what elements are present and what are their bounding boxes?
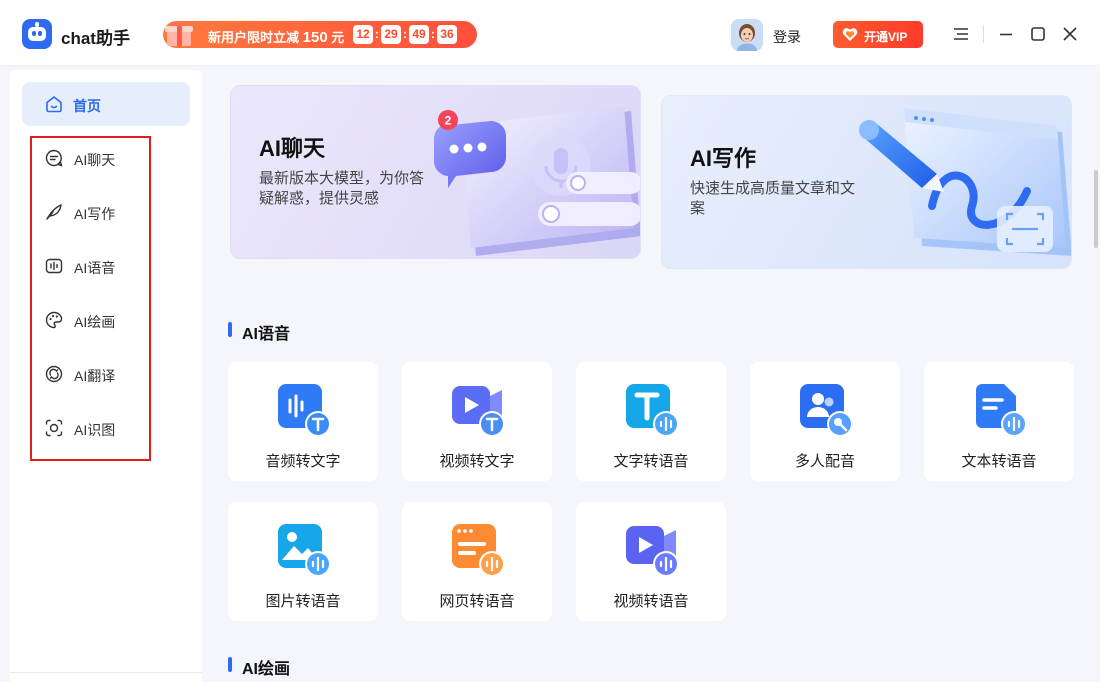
tool-card-video-to-text[interactable]: 视频转文字: [402, 362, 552, 481]
video-to-speech-icon: [626, 526, 679, 577]
scan-image-icon: [45, 419, 63, 437]
tool-card-audio-to-text[interactable]: 音频转文字: [228, 362, 378, 481]
ai-chat-card-title: AI聊天: [259, 136, 326, 161]
sidebar-item-ai-chat[interactable]: AI聊天: [22, 136, 190, 180]
menu-icon[interactable]: [952, 25, 970, 43]
ai-chat-card-desc: 最新版本大模型，为你答疑解惑，提供灵感: [259, 170, 425, 207]
sidebar-bottom-divider: [10, 672, 202, 673]
voice-wave-icon: [45, 258, 63, 274]
document-to-speech-icon: [976, 384, 1027, 437]
promo-banner[interactable]: 新用户限时立减 150 元 12 : 29 : 49 : 36: [163, 21, 477, 48]
countdown-ms: 36: [437, 25, 457, 44]
tool-card-image-to-speech[interactable]: 图片转语音: [228, 502, 378, 621]
promo-text: 新用户限时立减 150 元: [208, 29, 345, 46]
ai-writing-card-desc: 快速生成高质量文章和文案: [690, 180, 856, 217]
webpage-to-speech-icon: [452, 524, 505, 577]
section-title-ai-painting: AI绘画: [228, 655, 290, 679]
writing-illustration-icon: [859, 108, 1071, 256]
sidebar-item-ai-translate[interactable]: AI翻译: [22, 352, 190, 396]
close-icon[interactable]: [1061, 25, 1079, 43]
promo-amount: 150: [302, 29, 328, 46]
open-vip-button[interactable]: 开通VIP: [833, 21, 923, 48]
ai-chat-card[interactable]: AI聊天 最新版本大模型，为你答疑解惑，提供灵感 2: [230, 85, 641, 259]
chat-badge-count: 2: [445, 114, 452, 128]
tool-card-multi-dubbing[interactable]: 多人配音: [750, 362, 900, 481]
ai-writing-card[interactable]: AI写作 快速生成高质量文章和文案: [661, 95, 1072, 269]
chat-bubble-icon: [45, 149, 63, 167]
minimize-icon[interactable]: [997, 25, 1015, 43]
tool-card-webpage-to-speech[interactable]: 网页转语音: [402, 502, 552, 621]
palette-icon: [45, 311, 63, 329]
multi-dubbing-icon: [800, 384, 853, 437]
text-to-speech-icon: [626, 384, 679, 437]
tool-card-video-to-speech[interactable]: 视频转语音: [576, 502, 726, 621]
app-logo-icon: [22, 19, 52, 49]
sidebar-item-ai-writing[interactable]: AI写作: [22, 190, 190, 234]
sidebar-item-ai-painting[interactable]: AI绘画: [22, 298, 190, 342]
scrollbar-thumb[interactable]: [1094, 170, 1098, 248]
vip-heart-icon: [842, 28, 858, 41]
countdown-minutes: 29: [381, 25, 401, 44]
countdown-timer: 12 : 29 : 49 : 36: [353, 25, 457, 44]
video-to-text-icon: [452, 386, 505, 437]
gift-icon: [165, 22, 193, 46]
feather-icon: [46, 204, 62, 220]
tool-card-document-to-speech[interactable]: 文本转语音: [924, 362, 1074, 481]
title-bar: chat助手 新用户限时立减 150 元 12 : 29 : 49 : 36 登…: [0, 0, 1100, 66]
countdown-hours: 12: [353, 25, 373, 44]
chat-illustration-icon: 2: [433, 106, 640, 256]
sidebar: 首页 AI聊天 AI写作 AI语音 AI绘画 AI翻译 AI识图: [10, 70, 202, 682]
image-to-speech-icon: [278, 524, 331, 577]
section-title-ai-voice: AI语音: [228, 320, 290, 344]
translate-icon: [45, 365, 63, 383]
avatar[interactable]: [731, 19, 763, 51]
sidebar-item-home[interactable]: 首页: [22, 82, 190, 126]
app-title: chat助手: [61, 29, 130, 48]
divider: [983, 25, 984, 43]
ai-writing-card-title: AI写作: [690, 146, 757, 171]
home-icon: [46, 96, 62, 113]
login-link[interactable]: 登录: [773, 27, 801, 47]
tool-card-text-to-speech[interactable]: 文字转语音: [576, 362, 726, 481]
sidebar-item-ai-voice[interactable]: AI语音: [22, 244, 190, 288]
audio-to-text-icon: [278, 384, 331, 437]
sidebar-item-ai-recognize[interactable]: AI识图: [22, 406, 190, 450]
countdown-seconds: 49: [409, 25, 429, 44]
maximize-icon[interactable]: [1029, 25, 1047, 43]
